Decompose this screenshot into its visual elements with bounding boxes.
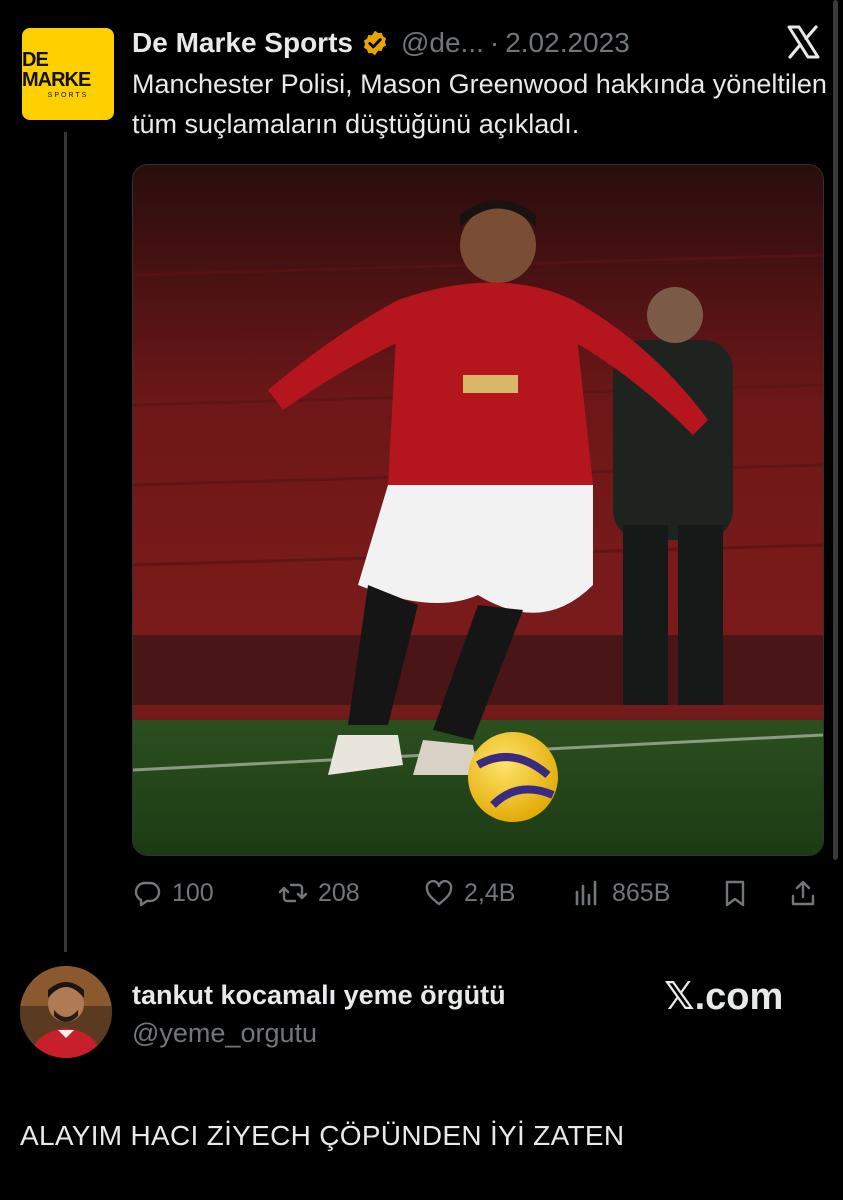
x-logo-icon[interactable] bbox=[785, 24, 821, 60]
share-icon bbox=[791, 880, 815, 906]
avatar-logo-subtext: SPORTS bbox=[47, 91, 89, 99]
analytics-icon bbox=[575, 880, 597, 906]
author-name[interactable]: De Marke Sports bbox=[132, 27, 353, 59]
like-button[interactable]: 2,4B bbox=[424, 872, 515, 914]
reply-avatar[interactable] bbox=[20, 966, 112, 1058]
tweet-photo[interactable] bbox=[132, 164, 824, 856]
bookmark-button[interactable] bbox=[720, 872, 760, 914]
verified-badge-icon bbox=[361, 29, 389, 57]
reply-avatar-photo bbox=[20, 966, 112, 1058]
reply-count: 100 bbox=[172, 878, 214, 907]
author-handle[interactable]: @de... bbox=[401, 27, 484, 59]
separator-dot: · bbox=[489, 27, 500, 58]
retweet-button[interactable]: 208 bbox=[278, 872, 360, 914]
retweet-count: 208 bbox=[318, 878, 360, 907]
reply-button[interactable]: 100 bbox=[132, 872, 214, 914]
views-button[interactable]: 865B bbox=[572, 872, 670, 914]
tweet-date[interactable]: 2.02.2023 bbox=[505, 27, 630, 59]
reply-text: ALAYIM HACI ZİYECH ÇÖPÜNDEN İYİ ZATEN bbox=[20, 1120, 625, 1151]
avatar-logo-text: DE MARKE bbox=[22, 48, 91, 91]
reply-author-name[interactable]: tankut kocamalı yeme örgütü bbox=[132, 980, 506, 1011]
reply-author-handle[interactable]: @yeme_orgutu bbox=[132, 1018, 317, 1049]
xcom-watermark: 𝕏.com bbox=[664, 976, 784, 1018]
account-avatar[interactable]: DE MARKE SPORTS bbox=[22, 28, 114, 120]
retweet-icon bbox=[278, 883, 308, 903]
share-button[interactable] bbox=[788, 872, 828, 914]
tweet-text: Manchester Polisi, Mason Greenwood hakkı… bbox=[132, 69, 827, 139]
scrollbar[interactable] bbox=[833, 0, 838, 860]
tweet-header: De Marke Sports @de... · 2.02.2023 bbox=[132, 26, 630, 60]
football-player-photo bbox=[133, 165, 823, 855]
heart-icon bbox=[425, 879, 453, 906]
like-count: 2,4B bbox=[464, 878, 516, 907]
tweet-actions-bar: 100 208 2,4B 865B bbox=[132, 872, 822, 914]
bookmark-icon bbox=[725, 880, 745, 907]
views-count: 865B bbox=[612, 878, 671, 907]
reply-icon bbox=[134, 881, 161, 907]
thread-connector-line bbox=[64, 132, 67, 952]
